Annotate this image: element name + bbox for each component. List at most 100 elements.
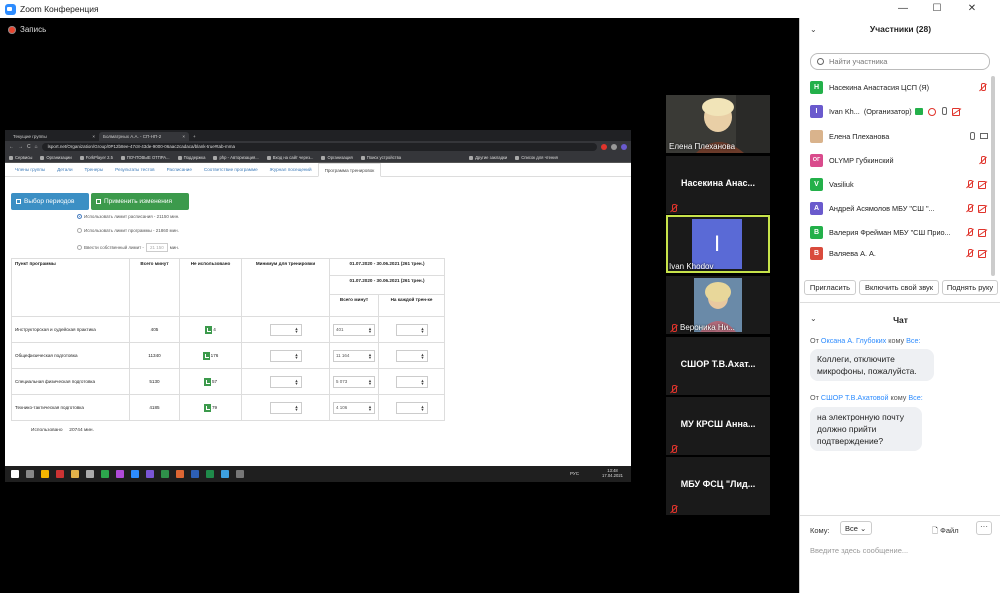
tab-program-compliance[interactable]: Соответствие программе — [198, 163, 264, 176]
spin-down-icon[interactable]: ▼ — [421, 355, 425, 360]
select-periods-button[interactable]: Выбор периодов — [11, 193, 89, 210]
muted-mic-icon[interactable] — [965, 179, 975, 189]
spin-down-icon[interactable]: ▼ — [421, 407, 425, 412]
camera-off-icon[interactable] — [978, 204, 988, 213]
minutes-stepper[interactable]: 4 106 ▲ ▼ — [333, 401, 375, 414]
bookmark-item[interactable]: Поиск устройства — [361, 155, 401, 160]
participant-row[interactable]: В Валяева А. А. — [810, 244, 988, 262]
participants-scrollbar[interactable] — [991, 76, 995, 276]
profile-avatar-icon[interactable] — [621, 144, 627, 150]
spin-down-icon[interactable]: ▼ — [295, 407, 299, 412]
bookmark-item[interactable]: Организация — [321, 155, 352, 160]
excel-icon[interactable] — [203, 403, 211, 412]
video-tile[interactable]: СШОР Т.В.Ахат... — [666, 337, 770, 395]
bookmark-item[interactable]: ForkPlayer 2.5 — [80, 155, 113, 160]
bookmark-item[interactable]: ПОЧТОВЫЕ ОТПРА... — [121, 155, 170, 160]
zoom-icon[interactable] — [131, 470, 139, 478]
camera-icon[interactable] — [980, 132, 988, 139]
camera-off-icon[interactable] — [978, 249, 988, 258]
recipient-select[interactable]: Все ⌄ — [840, 521, 872, 535]
reload-icon[interactable]: C — [27, 144, 31, 150]
whatsapp-icon[interactable] — [101, 470, 109, 478]
participant-row[interactable]: Н Насекина Анастасия ЦСП (Я) — [810, 75, 988, 99]
address-bar[interactable]: lsport.net/Organization/Group/0P12b8ee-4… — [41, 143, 597, 151]
participant-row[interactable]: V Vasiliuk — [810, 172, 988, 196]
schedule-limit-option[interactable]: Использовать лимит расписания - 21150 ми… — [77, 214, 179, 219]
chat-recipient[interactable]: Все: — [908, 393, 922, 402]
spin-down-icon[interactable]: ▼ — [368, 381, 372, 386]
own-limit-option[interactable]: Ввести собственный лимит - 21 150 мин. — [77, 243, 179, 252]
bookmark-item[interactable]: Поддержка — [178, 155, 206, 160]
mic-icon[interactable] — [967, 131, 977, 141]
close-tab-icon[interactable]: × — [92, 134, 95, 139]
each-stepper[interactable]: ▲ ▼ — [395, 375, 428, 388]
muted-mic-icon[interactable] — [965, 203, 975, 213]
extension-icon[interactable] — [601, 144, 607, 150]
browser-tab-group[interactable]: Болматрных А.А. - СП-НП-2 × — [99, 132, 189, 141]
muted-mic-icon[interactable] — [978, 82, 988, 92]
word-icon[interactable] — [191, 470, 199, 478]
invite-button[interactable]: Пригласить — [804, 280, 856, 295]
excel-icon[interactable] — [206, 470, 214, 478]
raise-hand-button[interactable]: Поднять руку — [942, 280, 998, 295]
radio-unselected[interactable] — [77, 228, 82, 233]
close-tab-icon[interactable]: × — [182, 134, 185, 139]
visual-studio-icon[interactable] — [146, 470, 154, 478]
participant-search-input[interactable]: Найти участника — [810, 53, 990, 70]
maximize-button[interactable]: ☐ — [920, 0, 954, 18]
app-icon[interactable] — [176, 470, 184, 478]
minutes-stepper[interactable]: 401 ▲ ▼ — [333, 323, 375, 336]
video-tile[interactable]: Насекина Анас... — [666, 156, 770, 214]
home-icon[interactable]: ⌂ — [35, 144, 38, 150]
spin-down-icon[interactable]: ▼ — [295, 329, 299, 334]
chrome-icon[interactable] — [41, 470, 49, 478]
camera-off-icon[interactable] — [951, 107, 962, 116]
minimum-stepper[interactable]: ▲ ▼ — [269, 349, 302, 362]
spin-down-icon[interactable]: ▼ — [368, 329, 372, 334]
folder-icon[interactable] — [71, 470, 79, 478]
spin-down-icon[interactable]: ▼ — [421, 329, 425, 334]
program-limit-option[interactable]: Использовать лимит программы - 21860 мин… — [77, 228, 179, 233]
tab-members[interactable]: Члены группы — [9, 163, 51, 176]
own-limit-input[interactable]: 21 150 — [145, 243, 168, 252]
tab-details[interactable]: Детали — [51, 163, 78, 176]
back-icon[interactable]: ← — [9, 144, 14, 150]
app-icon[interactable] — [56, 470, 64, 478]
excel-icon[interactable] — [202, 351, 210, 360]
muted-mic-icon[interactable] — [965, 227, 975, 237]
spin-down-icon[interactable]: ▼ — [368, 407, 372, 412]
camera-off-icon[interactable] — [978, 180, 988, 189]
spin-down-icon[interactable]: ▼ — [295, 381, 299, 386]
active-speaker-tile[interactable]: I Ivan Khodov — [666, 215, 770, 273]
chat-recipient[interactable]: Все: — [906, 336, 920, 345]
participant-row[interactable]: А Андрей Асямолов МБУ "СШ "... — [810, 196, 988, 220]
video-tile[interactable]: Елена Плеханова — [666, 95, 770, 153]
tab-schedule[interactable]: Расписание — [161, 163, 198, 176]
bookmark-item[interactable]: Вход на сайт через... — [267, 155, 314, 160]
minimize-button[interactable]: — — [886, 0, 920, 18]
tab-attendance[interactable]: Журнал посещений — [264, 163, 318, 176]
new-tab-button[interactable]: + — [189, 132, 201, 141]
edge-icon[interactable] — [221, 470, 229, 478]
bookmark-item[interactable]: Сервисы — [9, 155, 32, 160]
close-button[interactable]: ✕ — [955, 0, 989, 18]
participant-row[interactable]: I Ivan Kh... (Организатор) — [810, 99, 988, 123]
minimum-stepper[interactable]: ▲ ▼ — [269, 323, 302, 336]
video-tile[interactable]: Вероника Ни... — [666, 276, 770, 334]
minutes-stepper[interactable]: 11 164 ▲ ▼ — [333, 349, 375, 362]
each-stepper[interactable]: ▲ ▼ — [395, 323, 428, 336]
spin-down-icon[interactable]: ▼ — [295, 355, 299, 360]
camera-off-icon[interactable] — [978, 228, 988, 237]
minutes-stepper[interactable]: 5 073 ▲ ▼ — [333, 375, 375, 388]
apply-changes-button[interactable]: Применить изменения — [91, 193, 189, 210]
video-tile[interactable]: МБУ ФСЦ "Лид... — [666, 457, 770, 515]
bookmark-item[interactable]: Список для чтения — [515, 155, 558, 160]
each-stepper[interactable]: ▲ ▼ — [395, 349, 428, 362]
chat-sender[interactable]: Оксана А. Глубоких — [821, 336, 886, 345]
spin-down-icon[interactable]: ▼ — [421, 381, 425, 386]
language-indicator[interactable]: РУС — [570, 471, 579, 476]
excel-icon[interactable] — [205, 325, 213, 334]
app-icon[interactable] — [236, 470, 244, 478]
app-icon[interactable] — [161, 470, 169, 478]
muted-mic-icon[interactable] — [965, 248, 975, 258]
